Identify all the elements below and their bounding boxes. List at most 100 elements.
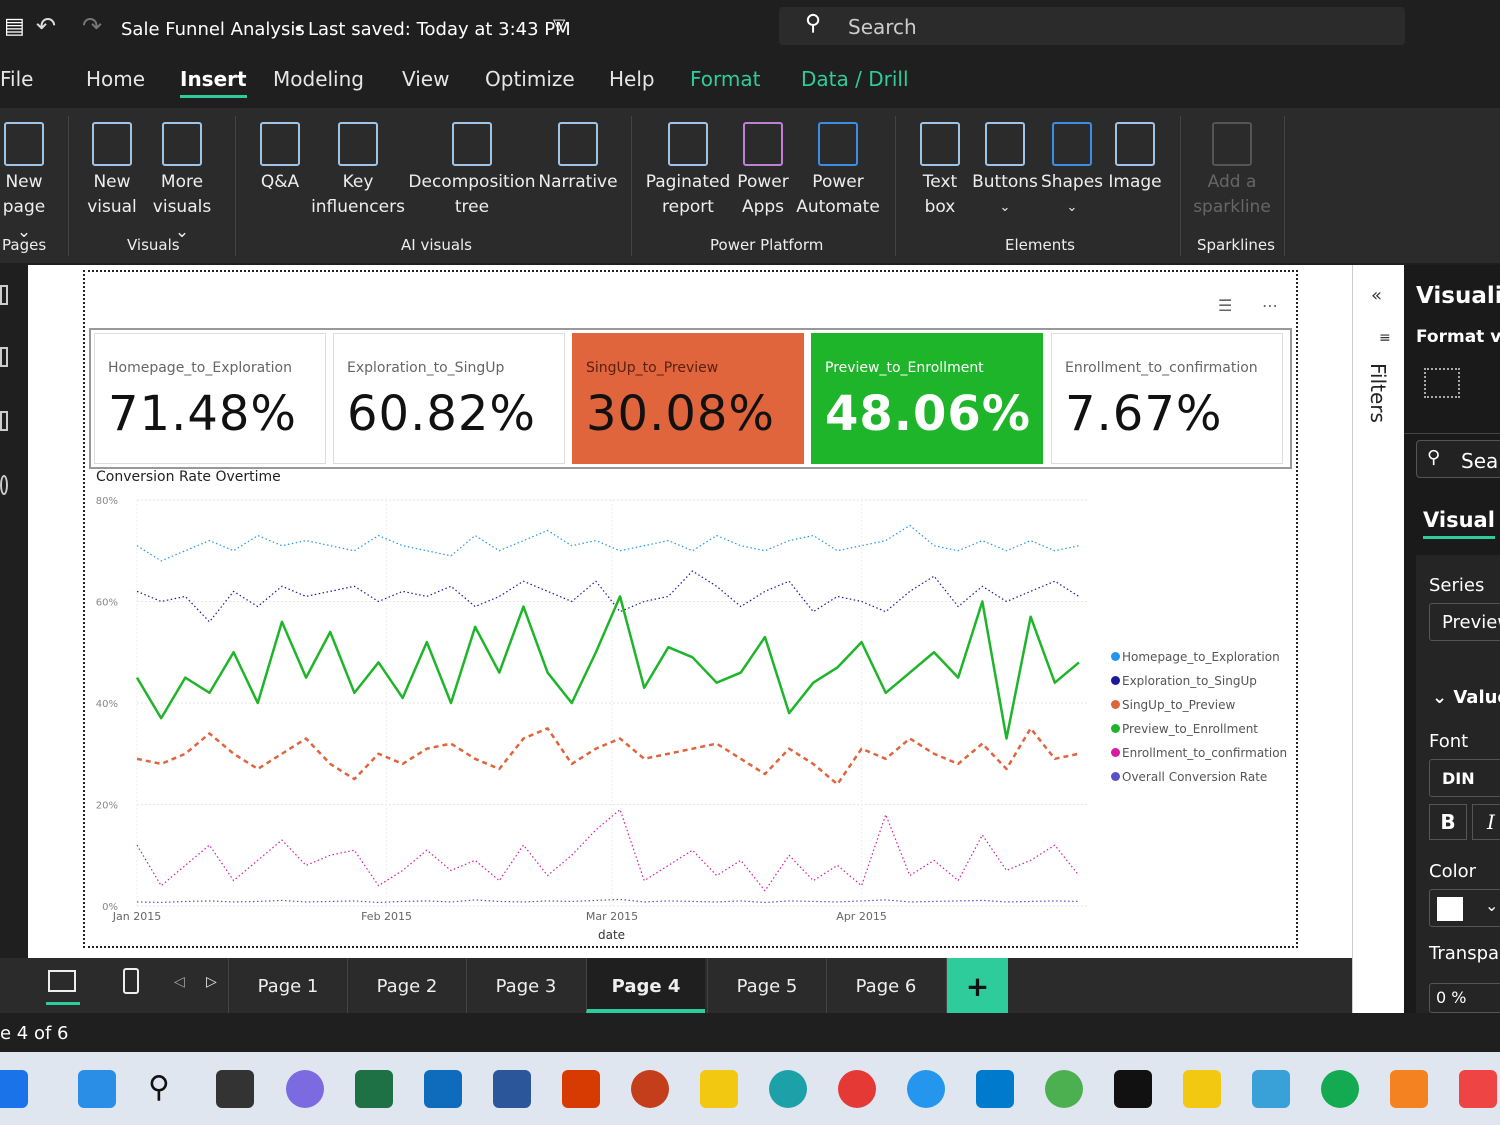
page-tab-5[interactable]: Page 5 — [707, 958, 826, 1013]
wps-icon[interactable] — [838, 1070, 876, 1108]
color-picker[interactable]: ⌄ — [1429, 889, 1500, 927]
filters-pane-collapsed[interactable]: « ≡ Filters — [1352, 265, 1404, 1013]
pane-title: Visualiz — [1416, 283, 1500, 309]
series-line-exploration-to-singup — [136, 570, 1080, 623]
legend-dot-icon — [1111, 652, 1120, 661]
word-icon[interactable] — [493, 1070, 531, 1108]
legend-item[interactable]: Homepage_to_Exploration — [1111, 650, 1287, 674]
y-tick-label: 40% — [96, 699, 118, 710]
chevron-down-icon: ⌄ — [1485, 896, 1499, 915]
legend-item[interactable]: SingUp_to_Preview — [1111, 698, 1287, 722]
y-tick-label: 60% — [96, 598, 118, 609]
scroll-left-icon[interactable]: ◁ — [174, 974, 185, 990]
powerpoint-icon[interactable] — [631, 1070, 669, 1108]
windows-taskbar: ⚲ — [0, 1052, 1500, 1125]
x-tick-label: Jan 2015 — [112, 910, 161, 923]
desktop-view-icon[interactable] — [48, 970, 76, 992]
font-dropdown[interactable]: DIN — [1429, 759, 1500, 797]
legend-dot-icon — [1111, 772, 1120, 781]
pane-search-input[interactable]: Sear — [1461, 449, 1500, 473]
docker-icon[interactable] — [907, 1070, 945, 1108]
scroll-right-icon[interactable]: ▷ — [206, 974, 217, 990]
page-tab-1[interactable]: Page 1 — [228, 958, 347, 1013]
bold-button[interactable]: B — [1429, 804, 1467, 840]
tab-visual[interactable]: Visual — [1423, 508, 1495, 539]
store-icon[interactable] — [562, 1070, 600, 1108]
x-axis-label: date — [598, 928, 626, 942]
vlc-icon[interactable] — [1390, 1070, 1428, 1108]
legend-item[interactable]: Exploration_to_SingUp — [1111, 674, 1287, 698]
legend-item[interactable]: Overall Conversion Rate — [1111, 770, 1287, 794]
search-icon[interactable]: ⚲ — [148, 1070, 186, 1108]
transparency-label: Transpar — [1429, 943, 1500, 964]
filters-label: Filters — [1366, 363, 1390, 423]
legend-dot-icon — [1111, 724, 1120, 733]
line-chart[interactable]: 0%20%40%60%80%Jan 2015 Feb 2015 Mar 2015 Ap… — [0, 0, 1500, 1125]
outlook-icon[interactable] — [424, 1070, 462, 1108]
edge-icon[interactable] — [769, 1070, 807, 1108]
legend-label: Overall Conversion Rate — [1122, 770, 1268, 784]
legend-dot-icon — [1111, 676, 1120, 685]
x-tick-label: Feb 2015 — [361, 910, 412, 923]
value-section-toggle[interactable]: ⌄ Value — [1432, 687, 1500, 708]
font-label: Font — [1429, 731, 1469, 752]
legend-label: Preview_to_Enrollment — [1122, 722, 1259, 736]
mongodb-icon[interactable] — [1321, 1070, 1359, 1108]
series-line-overall-conversion-rate — [136, 898, 1079, 904]
color-label: Color — [1429, 861, 1476, 882]
chrome-icon[interactable] — [1045, 1070, 1083, 1108]
page-status: e 4 of 6 — [0, 1023, 69, 1044]
page-tab-4-active[interactable]: Page 4 — [586, 958, 705, 1013]
page-tab-3[interactable]: Page 3 — [466, 958, 585, 1013]
power-bi-icon[interactable] — [1183, 1070, 1221, 1108]
section-label: Value — [1453, 687, 1500, 708]
file-explorer-icon[interactable] — [700, 1070, 738, 1108]
divider — [1404, 433, 1500, 434]
add-page-button[interactable]: + — [946, 958, 1008, 1013]
series-label: Series — [1429, 575, 1485, 596]
page-tab-2[interactable]: Page 2 — [347, 958, 466, 1013]
series-line-preview-to-enrollment — [135, 595, 1080, 740]
app-icon[interactable] — [1459, 1070, 1497, 1108]
filter-icon: ≡ — [1379, 330, 1391, 346]
pane-subtitle: Format vis — [1416, 327, 1500, 347]
mobile-view-icon[interactable] — [123, 968, 139, 994]
legend-label: Enrollment_to_confirmation — [1122, 746, 1288, 760]
page-tab-6[interactable]: Page 6 — [826, 958, 945, 1013]
legend-label: Exploration_to_SingUp — [1122, 674, 1257, 688]
start-icon[interactable] — [78, 1070, 116, 1108]
series-line-singup-to-preview — [136, 727, 1080, 786]
chart-legend: Homepage_to_Exploration Exploration_to_Si… — [1111, 650, 1287, 794]
x-tick-label: Mar 2015 — [586, 910, 638, 923]
x-tick-label: Apr 2015 — [836, 910, 887, 923]
collapse-icon[interactable]: « — [1371, 285, 1382, 306]
legend-label: SingUp_to_Preview — [1122, 698, 1236, 712]
active-indicator — [46, 1002, 80, 1005]
terminal-icon[interactable] — [1114, 1070, 1152, 1108]
color-swatch — [1437, 897, 1463, 921]
y-tick-label: 20% — [96, 801, 118, 812]
legend-dot-icon — [1111, 748, 1120, 757]
legend-label: Homepage_to_Exploration — [1122, 650, 1280, 664]
excel-icon[interactable] — [355, 1070, 393, 1108]
task-view-icon[interactable] — [216, 1070, 254, 1108]
visualizations-pane: Visualiz Format vis ⚲ Sear Visual Series… — [1404, 265, 1500, 1015]
visual-type-icon[interactable] — [1424, 368, 1460, 398]
series-dropdown[interactable]: Preview — [1429, 603, 1500, 641]
widgets-icon[interactable] — [0, 1070, 28, 1108]
legend-dot-icon — [1111, 700, 1120, 709]
chevron-down-icon: ⌄ — [1432, 687, 1454, 708]
teams-icon[interactable] — [286, 1070, 324, 1108]
legend-item[interactable]: Enrollment_to_confirmation — [1111, 746, 1287, 770]
series-line-homepage-to-exploration — [136, 524, 1080, 562]
search-icon: ⚲ — [1427, 447, 1441, 468]
series-line-enrollment-to-confirmation — [136, 808, 1080, 892]
page-tabs-bar: ◁ ▷ Page 1 Page 2 Page 3 Page 4 Page 5 P… — [0, 958, 1352, 1013]
vscode-icon[interactable] — [976, 1070, 1014, 1108]
y-tick-label: 80% — [96, 496, 118, 507]
legend-item[interactable]: Preview_to_Enrollment — [1111, 722, 1287, 746]
pane-search[interactable]: ⚲ Sear — [1416, 440, 1500, 478]
transparency-input[interactable]: 0 % — [1429, 983, 1500, 1013]
italic-button[interactable]: I — [1472, 804, 1500, 840]
notepad-icon[interactable] — [1252, 1070, 1290, 1108]
